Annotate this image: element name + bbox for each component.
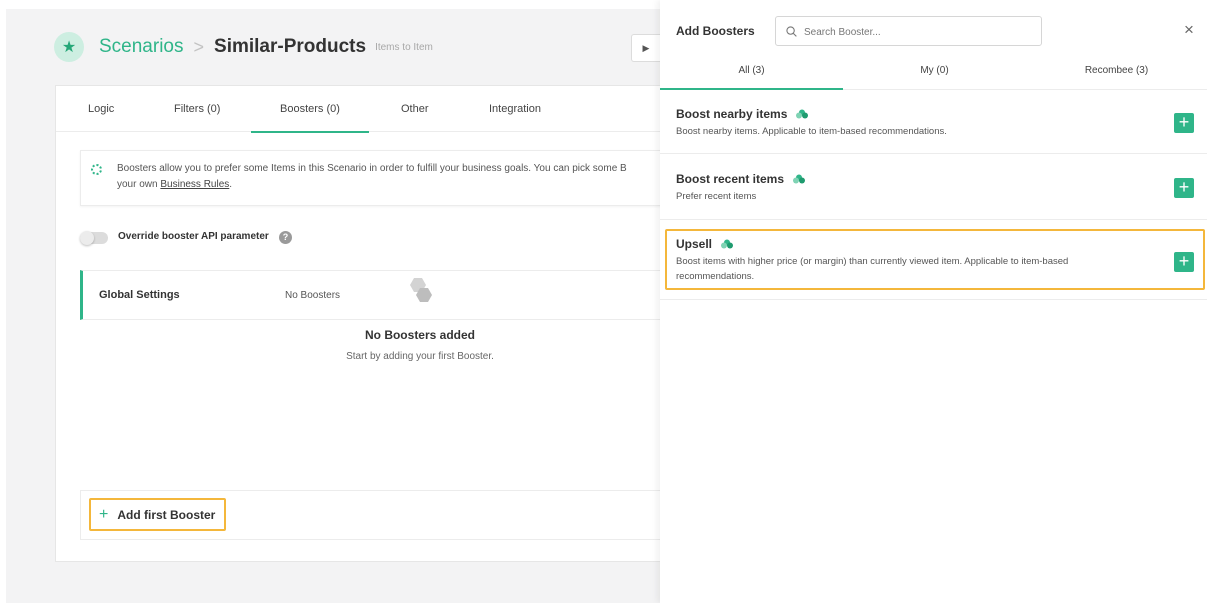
breadcrumb-scenarios-link[interactable]: Scenarios <box>99 36 184 58</box>
booster-item-desc: Boost nearby items. Applicable to item-b… <box>676 126 947 137</box>
empty-state-subtitle: Start by adding your first Booster. <box>346 351 494 362</box>
plus-icon: + <box>99 505 109 523</box>
info-text: Boosters allow you to prefer some Items … <box>117 163 627 174</box>
play-icon: ▶ <box>642 42 650 53</box>
info-text-prefix: your own <box>117 179 158 190</box>
add-first-booster-button[interactable]: + Add first Booster <box>89 498 226 531</box>
recombee-logo-icon <box>793 174 806 184</box>
page-title: Similar-Products <box>214 36 367 57</box>
search-box[interactable] <box>775 16 1042 46</box>
close-icon[interactable]: × <box>1184 21 1194 39</box>
tab-filters[interactable]: Filters (0) <box>174 86 220 132</box>
override-toggle[interactable] <box>80 231 108 245</box>
add-first-booster-label: Add first Booster <box>117 507 216 522</box>
booster-item[interactable]: Boost nearby items Boost nearby items. A… <box>660 90 1207 154</box>
booster-title-text: Boost recent items <box>676 172 785 186</box>
scenario-type-label: Items to Item <box>375 41 433 53</box>
booster-item-desc: Prefer recent items <box>676 191 757 202</box>
help-icon[interactable]: ? <box>279 231 292 244</box>
panel-title: Add Boosters <box>676 24 755 38</box>
empty-state-title: No Boosters added <box>364 328 475 342</box>
upsell-highlight <box>665 229 1205 290</box>
chevron-right-icon: > <box>193 36 205 57</box>
booster-item[interactable]: Boost recent items Prefer recent items + <box>660 154 1207 220</box>
tab-all[interactable]: All (3) <box>660 56 843 90</box>
star-icon[interactable]: ★ <box>54 32 84 62</box>
global-settings-value: No Boosters <box>285 290 341 301</box>
booster-item-title: Boost nearby items <box>676 107 809 121</box>
info-text-suffix: . <box>229 179 233 190</box>
toggle-knob <box>80 231 94 245</box>
tab-boosters[interactable]: Boosters (0) <box>251 86 369 133</box>
scenario-card: Logic Filters (0) Boosters (0) Other Int… <box>55 85 661 562</box>
empty-boosters-icon <box>410 278 432 302</box>
override-label: Override booster API parameter <box>118 231 269 242</box>
add-boosters-panel: Add Boosters × All (3) My (0) Recombee (… <box>660 0 1207 603</box>
loading-circle-icon <box>91 164 102 175</box>
booster-source-tabs: All (3) My (0) Recombee (3) <box>660 56 1207 90</box>
tab-my[interactable]: My (0) <box>843 56 1026 90</box>
business-rules-link[interactable]: Business Rules <box>160 179 229 190</box>
booster-title-text: Boost nearby items <box>676 107 788 121</box>
global-settings-title: Global Settings <box>99 289 180 301</box>
tab-logic[interactable]: Logic <box>88 86 114 132</box>
add-booster-button[interactable]: + <box>1174 178 1194 198</box>
add-booster-button[interactable]: + <box>1174 113 1194 133</box>
global-settings-row[interactable]: Global Settings No Boosters <box>80 270 661 320</box>
play-button[interactable]: ▶ <box>631 34 660 62</box>
search-icon <box>786 26 797 37</box>
tab-integration[interactable]: Integration <box>489 86 541 132</box>
info-box: Boosters allow you to prefer some Items … <box>80 150 661 206</box>
search-input[interactable] <box>804 24 1034 40</box>
info-text-line2: your own Business Rules. <box>117 177 232 193</box>
recombee-logo-icon <box>796 109 809 119</box>
tab-other[interactable]: Other <box>401 86 429 132</box>
scenario-tabs: Logic Filters (0) Boosters (0) Other Int… <box>56 86 661 133</box>
tab-recombee[interactable]: Recombee (3) <box>1026 56 1207 90</box>
booster-item-title: Boost recent items <box>676 172 806 186</box>
breadcrumb: ★ Scenarios > Similar-Products Items to … <box>54 32 433 62</box>
